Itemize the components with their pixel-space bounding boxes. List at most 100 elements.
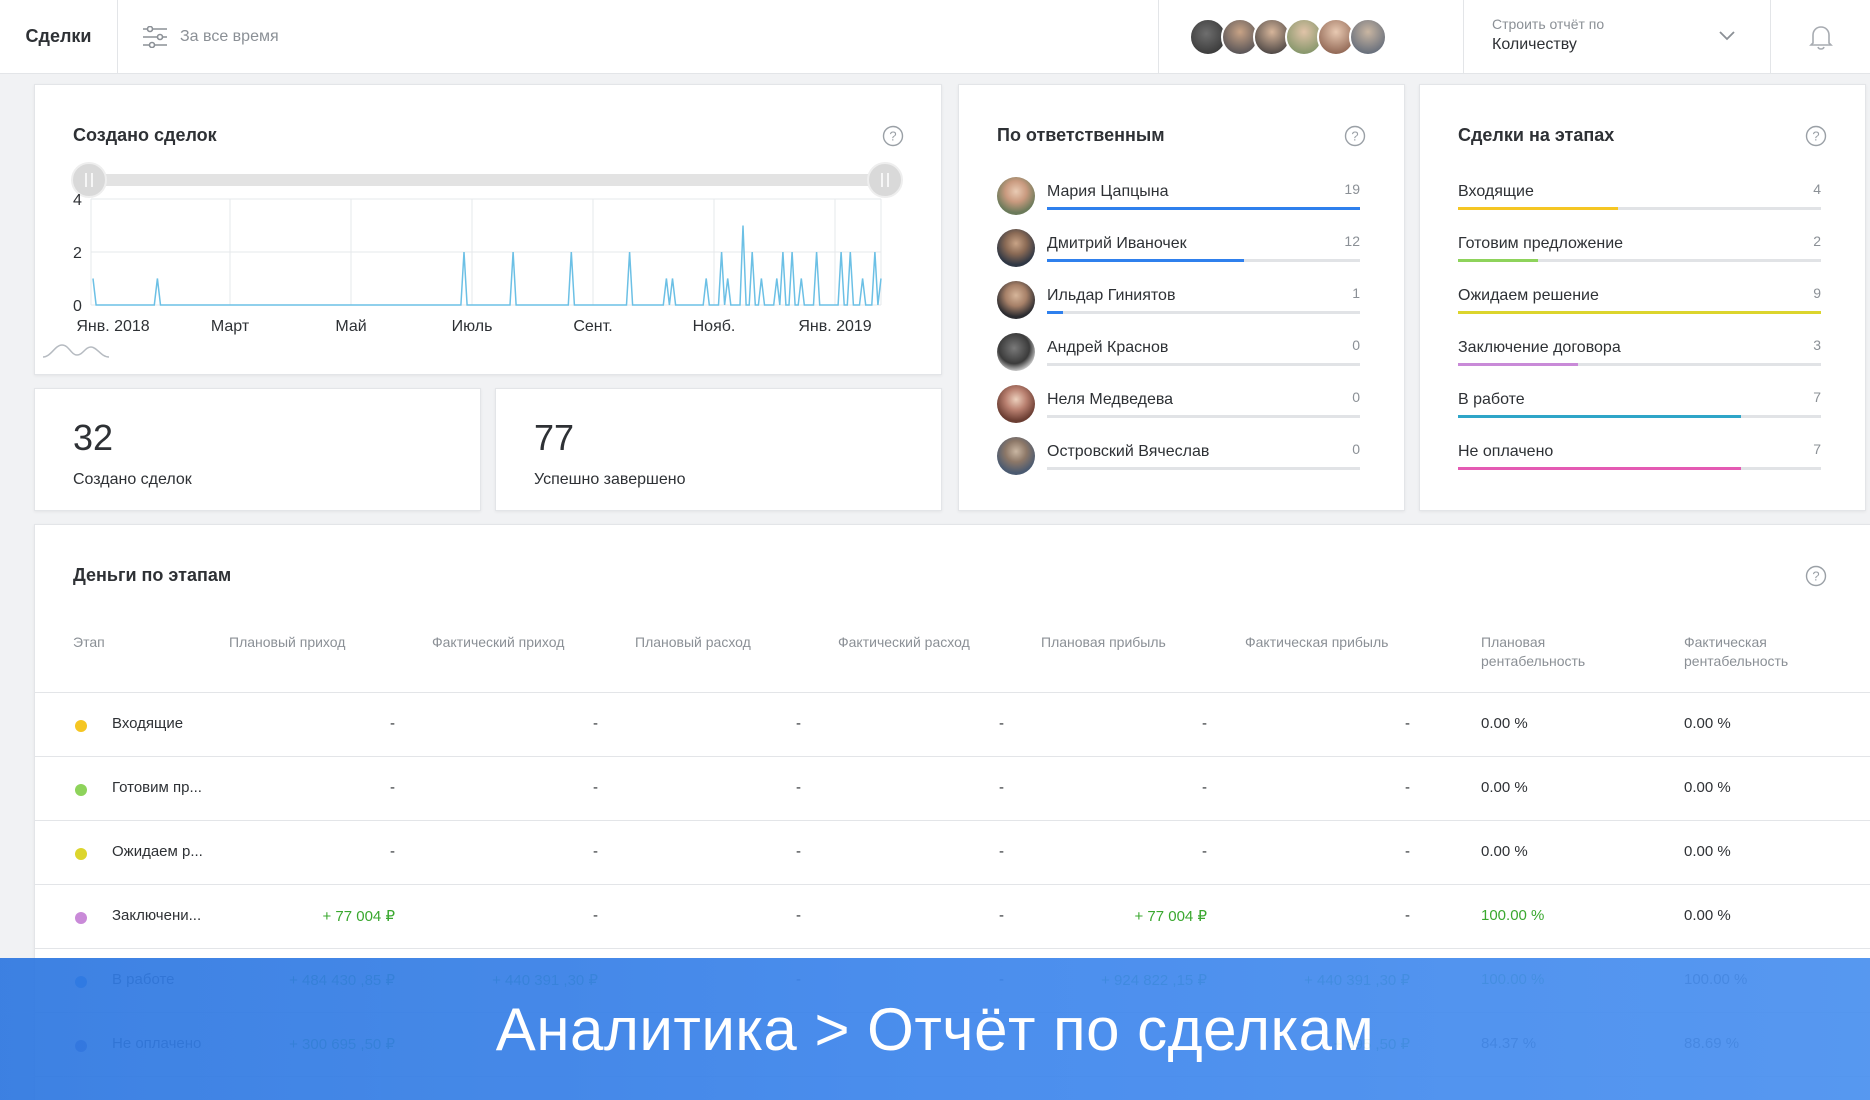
stage-name: Ожидаем решение [1458,287,1599,304]
chart-type-icon [42,344,110,358]
column-header[interactable]: Фактический расход [838,633,1008,652]
table-row[interactable]: Входящие - - - - - - 0.00 % 0.00 % [35,693,1870,757]
help-icon[interactable]: ? [1805,125,1827,147]
column-header[interactable]: Плановый расход [635,633,805,652]
y-tick-label: 0 [73,298,82,315]
money-cell: + 77 004 ₽ [322,908,395,925]
column-header[interactable]: Плановая рентабельность [1481,633,1651,671]
owner-count: 19 [1344,181,1360,197]
table-header: Этап Плановый приход Фактический приход Пла… [35,629,1870,693]
owner-count: 1 [1352,285,1360,301]
created-deals-chart: 0 2 4 Янв. 2018 Март Май Июль Сент. Нояб. Янв. 20… [42,162,903,358]
stage-count: 4 [1813,181,1821,197]
svg-text:?: ? [1812,569,1819,584]
owner-bar [1047,207,1360,210]
range-slider-handle[interactable] [867,162,903,198]
owner-bar-track [1047,207,1360,210]
money-cell: - [390,715,395,732]
owner-row[interactable]: Андрей Краснов 0 [997,329,1360,381]
owner-row[interactable]: Островский Вячеслав 0 [997,433,1360,485]
owner-name: Дмитрий Иваночек [1047,235,1187,252]
money-cell: - [796,715,801,732]
owner-list: Мария Цапцына 19 Дмитрий Иваночек 12 Ильдар … [997,173,1360,485]
owner-bar-track [1047,363,1360,366]
owner-bar [1047,311,1063,314]
chevron-down-icon [1719,30,1735,40]
owner-bar-track [1047,415,1360,418]
by-owner-title: По ответственным [997,125,1165,145]
stage-bar [1458,207,1618,210]
column-header[interactable]: Фактическая прибыль [1245,633,1415,652]
money-cell: - [1202,843,1207,860]
owner-name: Островский Вячеслав [1047,443,1210,460]
stage-name: Не оплачено [1458,443,1554,460]
avatar[interactable] [1349,17,1387,56]
stage-row[interactable]: Не оплачено 7 [1458,433,1821,485]
money-cell: - [1405,907,1410,924]
stat-card-created: 32 Создано сделок [34,388,481,511]
column-header[interactable]: Фактическая рентабельность [1684,633,1854,671]
column-header[interactable]: Этап [73,633,193,652]
svg-text:?: ? [1351,129,1358,144]
stage-row[interactable]: Заключение договора 3 [1458,329,1821,381]
page-title: Сделки [0,0,118,74]
stage-cell: Заключени... [112,907,202,924]
by-owner-card: По ответственным ? Мария Цапцына 19 Дмитри… [958,84,1405,511]
stage-name: Готовим предложение [1458,235,1624,252]
stage-dot [75,848,87,860]
owner-row[interactable]: Дмитрий Иваночек 12 [997,225,1360,277]
stage-row[interactable]: Готовим предложение 2 [1458,225,1821,277]
x-tick-label: Янв. 2019 [798,318,871,335]
owner-row[interactable]: Ильдар Гиниятов 1 [997,277,1360,329]
stage-row[interactable]: В работе 7 [1458,381,1821,433]
stage-bar-track [1458,259,1821,262]
help-icon[interactable]: ? [1805,565,1827,587]
column-header[interactable]: Плановая прибыль [1041,633,1211,652]
period-filter[interactable]: За все время [118,0,1158,74]
stat-value: 77 [534,417,575,458]
svg-text:?: ? [1812,129,1819,144]
money-title: Деньги по этапам [73,565,232,585]
stage-bar [1458,467,1742,470]
owner-name: Мария Цапцына [1047,183,1169,200]
stage-row[interactable]: Входящие 4 [1458,173,1821,225]
report-mode-select[interactable]: Строить отчёт по Количеству [1463,0,1770,74]
owner-count: 0 [1352,337,1360,353]
stage-count: 7 [1813,389,1821,405]
stat-card-won: 77 Успешно завершено [495,388,942,511]
owner-row[interactable]: Мария Цапцына 19 [997,173,1360,225]
owner-count: 12 [1344,233,1360,249]
stage-bar-track [1458,311,1821,314]
stage-bar [1458,415,1742,418]
stage-name: В работе [1458,391,1525,408]
fact-rent-cell: 0.00 % [1684,843,1731,860]
table-row[interactable]: Заключени... + 77 004 ₽ - - - + 77 004 ₽ - 100.… [35,885,1870,949]
plan-rent-cell: 0.00 % [1481,779,1528,796]
x-tick-label: Март [211,318,250,335]
notifications-button[interactable] [1770,0,1870,74]
created-deals-chart-card: Создано сделок ? 0 2 4 Янв. 2018 Март Май Июль… [34,84,942,375]
top-bar: Сделки За все время Строить отчёт по Кол… [0,0,1870,74]
users-avatars[interactable] [1158,0,1463,74]
column-header[interactable]: Плановый приход [229,633,399,652]
plan-rent-cell: 100.00 % [1481,907,1545,924]
plan-rent-cell: 0.00 % [1481,715,1528,732]
help-icon[interactable]: ? [1344,125,1366,147]
caption-banner: Аналитика > Отчёт по сделкам [0,958,1870,1100]
x-tick-label: Янв. 2018 [76,318,149,335]
x-tick-label: Май [335,318,366,335]
owner-bar-track [1047,259,1360,262]
owner-row[interactable]: Неля Медведева 0 [997,381,1360,433]
money-cell: - [1405,715,1410,732]
money-cell: - [390,779,395,796]
table-row[interactable]: Готовим пр... - - - - - - 0.00 % 0.00 % [35,757,1870,821]
stage-row[interactable]: Ожидаем решение 9 [1458,277,1821,329]
stage-name: Входящие [1458,183,1534,200]
avatar [997,229,1035,267]
column-header[interactable]: Фактический приход [432,633,602,652]
table-row[interactable]: Ожидаем р... - - - - - - 0.00 % 0.00 % [35,821,1870,885]
x-tick-label: Сент. [573,318,612,335]
money-cell: - [796,843,801,860]
avatar [997,437,1035,475]
stat-label: Создано сделок [73,471,192,488]
